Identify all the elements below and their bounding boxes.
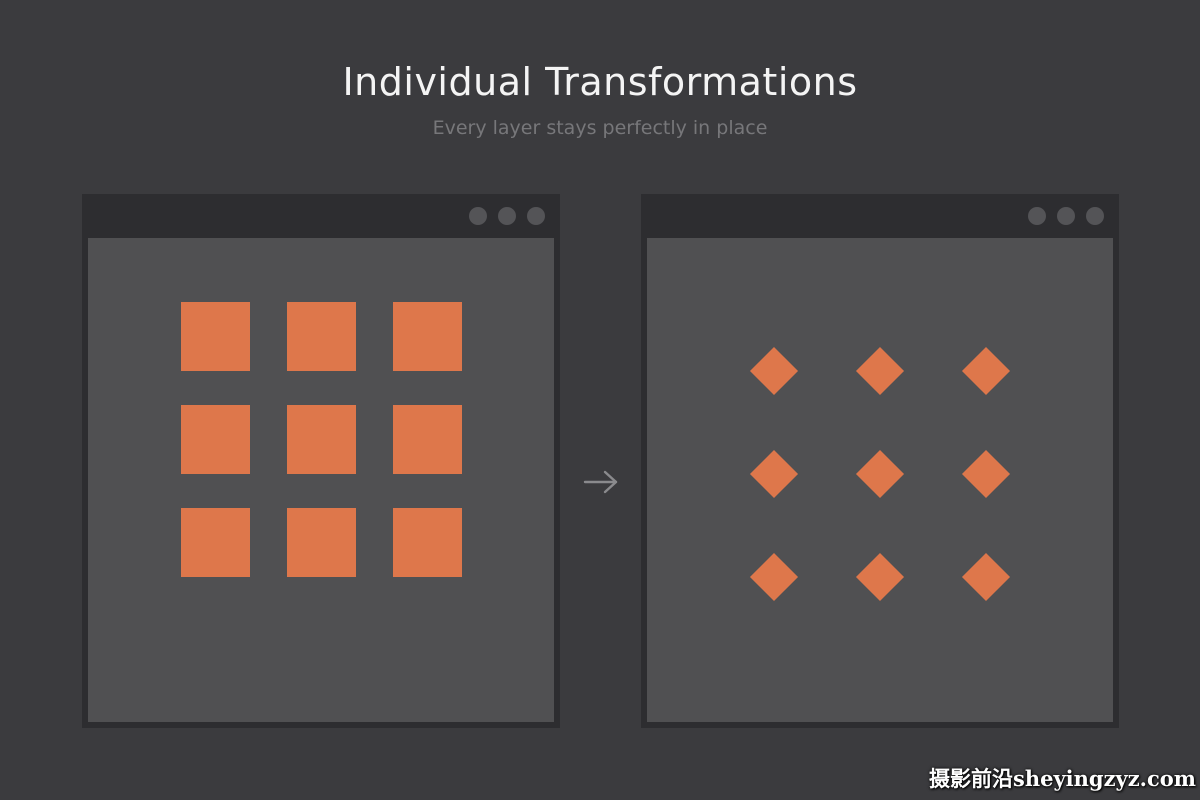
window-dot-icon xyxy=(527,207,545,225)
watermark: 摄影前沿sheyingzyz.com xyxy=(929,766,1196,791)
window-titlebar xyxy=(82,194,560,238)
diamond-shape xyxy=(749,346,799,396)
page-title: Individual Transformations xyxy=(342,60,858,104)
window-before xyxy=(82,194,560,728)
square-shape xyxy=(392,507,462,577)
canvas-after xyxy=(647,238,1113,722)
diamond-shape xyxy=(749,552,799,602)
window-after xyxy=(641,194,1119,728)
window-dot-icon xyxy=(498,207,516,225)
diamond-shape xyxy=(749,449,799,499)
window-dot-icon xyxy=(1028,207,1046,225)
square-shape xyxy=(180,404,250,474)
square-shape xyxy=(392,404,462,474)
square-shape xyxy=(180,507,250,577)
diamond-shape xyxy=(961,449,1011,499)
square-shape xyxy=(286,507,356,577)
square-shape xyxy=(286,301,356,371)
window-dot-icon xyxy=(1057,207,1075,225)
square-shape xyxy=(180,301,250,371)
window-dot-icon xyxy=(1086,207,1104,225)
diamond-shape xyxy=(855,552,905,602)
diamond-shape xyxy=(961,346,1011,396)
page-subtitle: Every layer stays perfectly in place xyxy=(432,117,768,139)
diamond-shape xyxy=(855,449,905,499)
square-shape xyxy=(392,301,462,371)
window-dot-icon xyxy=(469,207,487,225)
canvas-before xyxy=(88,238,554,722)
arrow-right-icon xyxy=(583,470,618,494)
square-shape xyxy=(286,404,356,474)
diamond-shape xyxy=(855,346,905,396)
diamond-shape xyxy=(961,552,1011,602)
window-titlebar xyxy=(641,194,1119,238)
